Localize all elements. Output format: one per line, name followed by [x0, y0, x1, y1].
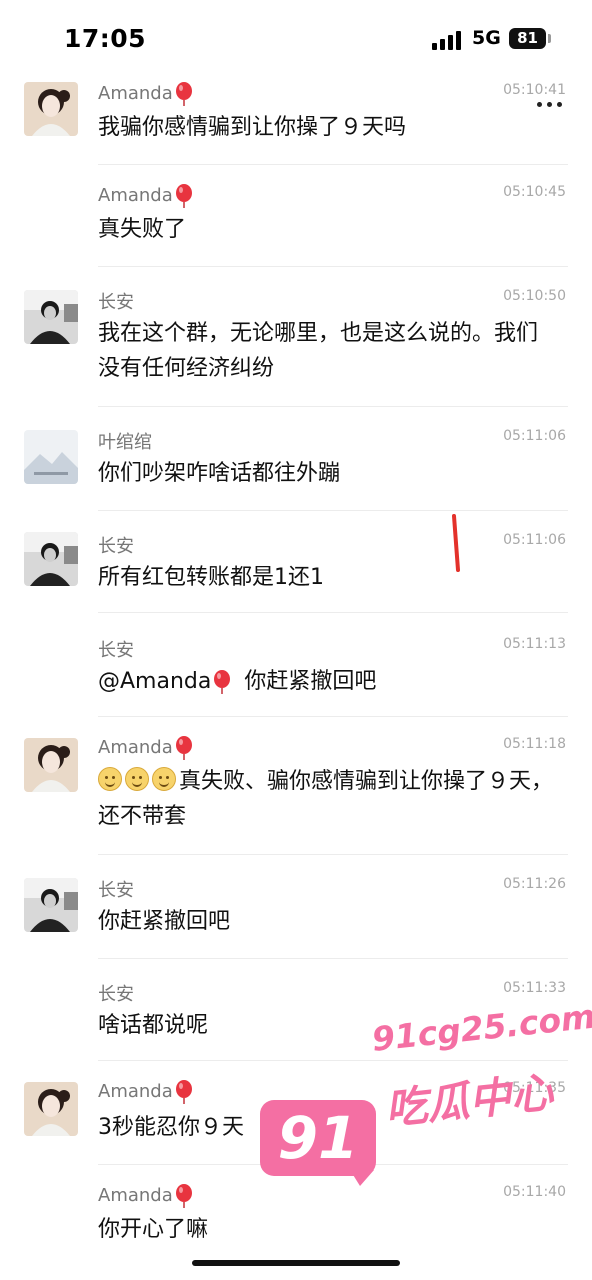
message-text: 你开心了嘛 [98, 1217, 209, 1242]
avatar-changan[interactable] [24, 532, 78, 586]
red-pen-mark [452, 514, 460, 572]
avatar-amanda[interactable] [24, 1082, 78, 1136]
divider [98, 164, 568, 165]
message-text: 所有红包转账都是1还1 [98, 565, 324, 590]
sender-name: Amanda [98, 1184, 194, 1208]
divider [98, 266, 568, 267]
balloon-icon [175, 1184, 192, 1208]
balloon-icon [175, 82, 192, 106]
message-time: 05:11:06 [503, 532, 566, 548]
message-item: 长安 05:11:06 所有红包转账都是1还1 [0, 528, 592, 614]
message-body: 你赶紧撤回吧 [244, 669, 377, 694]
message-time: 05:10:41 [503, 82, 566, 98]
home-indicator[interactable] [192, 1260, 400, 1266]
message-text: 真失败、骗你感情骗到让你操了９天，还不带套 [98, 764, 572, 834]
watermark-logo: 91 [260, 1100, 376, 1176]
smile-emoji-icon [125, 767, 149, 791]
divider [98, 510, 568, 511]
message-time: 05:10:50 [503, 288, 566, 304]
message-item: Amanda 05:10:45 真失败了 [0, 180, 592, 266]
message-time: 05:11:33 [503, 980, 566, 996]
smile-emoji-icon [152, 767, 176, 791]
message-time: 05:11:13 [503, 636, 566, 652]
watermark: 91cg25.com 吃瓜中心 91 [258, 997, 592, 1190]
divider [98, 612, 568, 613]
message-time: 05:11:18 [503, 736, 566, 752]
sender-name: 长安 [98, 536, 134, 557]
message-item: 叶绾绾 05:11:06 你们吵架咋啥话都往外蹦 [0, 424, 592, 510]
message-text: 你们吵架咋啥话都往外蹦 [98, 461, 341, 486]
message-item: Amanda 05:10:41 我骗你感情骗到让你操了９天吗 [0, 78, 592, 164]
sender-name: 叶绾绾 [98, 432, 152, 453]
sender-name: Amanda [98, 1080, 194, 1104]
message-item: 长安 05:11:26 你赶紧撤回吧 [0, 874, 592, 960]
message-time: 05:11:26 [503, 876, 566, 892]
mention[interactable]: @Amanda [98, 669, 211, 694]
message-text: 我在这个群，无论哪里，也是这么说的。我们没有任何经济纠纷 [98, 321, 539, 381]
message-text: @Amanda 你赶紧撤回吧 [98, 664, 572, 699]
sender-name: 长安 [98, 292, 134, 313]
balloon-icon [214, 670, 231, 694]
status-time: 17:05 [64, 24, 147, 53]
divider [98, 958, 568, 959]
sender-name: 长安 [98, 640, 134, 661]
message-time: 05:10:45 [503, 184, 566, 200]
balloon-icon [175, 184, 192, 208]
balloon-icon [175, 1080, 192, 1104]
sender-name: Amanda [98, 82, 194, 106]
cellular-signal-icon [432, 30, 464, 50]
network-type: 5G [472, 27, 501, 49]
message-text: 我骗你感情骗到让你操了９天吗 [98, 115, 407, 140]
divider [98, 854, 568, 855]
avatar-changan[interactable] [24, 878, 78, 932]
battery-tip [548, 34, 551, 43]
sender-name: 长安 [98, 880, 134, 901]
avatar-amanda[interactable] [24, 82, 78, 136]
avatar-changan[interactable] [24, 290, 78, 344]
message-time: 05:11:06 [503, 428, 566, 444]
message-item: 长安 05:10:50 我在这个群，无论哪里，也是这么说的。我们没有任何经济纠纷 [0, 284, 592, 404]
battery-icon: 81 [509, 28, 546, 49]
divider [98, 406, 568, 407]
avatar-yewanwan[interactable] [24, 430, 78, 484]
sender-name: Amanda [98, 184, 194, 208]
watermark-logo-tail [350, 1170, 374, 1186]
message-item: Amanda 05:11:18 真失败、骗你感情骗到让你操了９天，还不带套 [0, 734, 592, 854]
sender-name: Amanda [98, 736, 194, 760]
avatar-amanda[interactable] [24, 738, 78, 792]
balloon-icon [175, 736, 192, 760]
status-bar: 17:05 5G 81 [0, 0, 592, 78]
sender-name: 长安 [98, 984, 134, 1005]
smile-emoji-icon [98, 767, 122, 791]
message-text: 真失败了 [98, 217, 187, 242]
divider [98, 716, 568, 717]
message-text: 你赶紧撤回吧 [98, 909, 231, 934]
message-item: 长安 05:11:13 @Amanda 你赶紧撤回吧 [0, 632, 592, 718]
watermark-name: 吃瓜中心 [382, 1067, 556, 1134]
message-item: Amanda 05:11:40 你开心了嘛 [0, 1182, 592, 1268]
